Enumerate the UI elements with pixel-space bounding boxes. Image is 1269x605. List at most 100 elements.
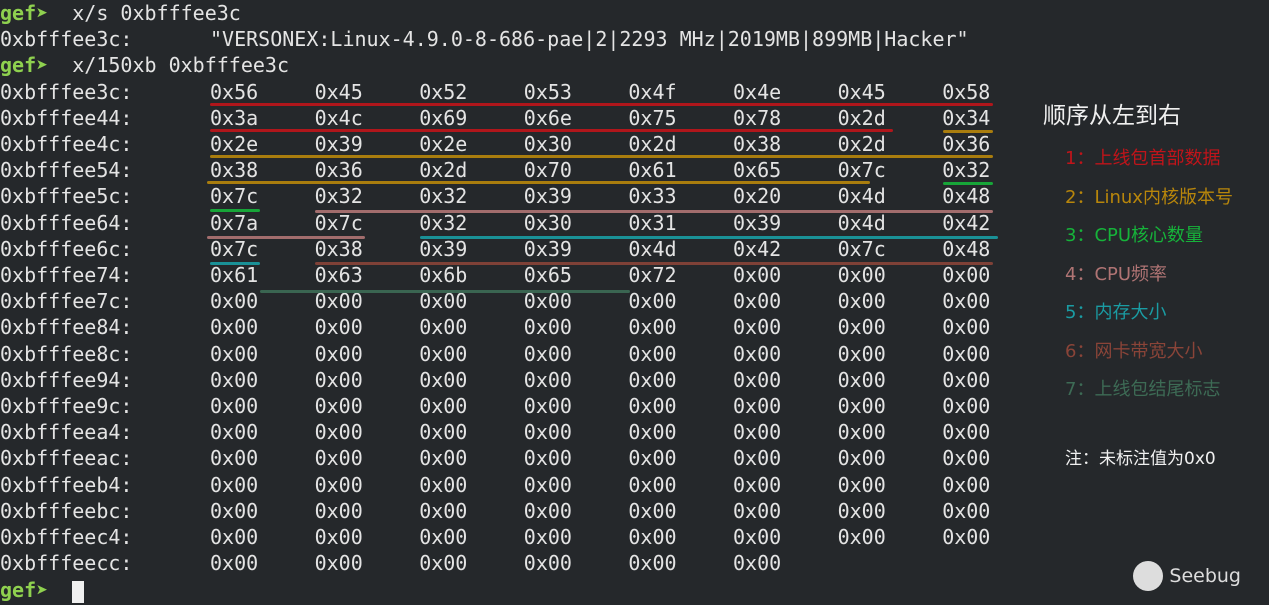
byte-value: 0x00	[942, 420, 991, 445]
byte-value: 0x48	[942, 236, 991, 261]
byte-value: 0x69	[419, 105, 468, 130]
byte-value: 0x63	[314, 263, 363, 287]
byte-value: 0x48	[942, 184, 991, 209]
field-underline	[943, 130, 993, 133]
byte-value: 0x00	[210, 289, 259, 314]
command-text: x/150xb 0xbfffee3c	[48, 53, 289, 78]
byte-value: 0x00	[837, 498, 886, 523]
legend-item: 2：Linux内核版本号	[1065, 186, 1233, 208]
byte-value: 0x00	[523, 420, 572, 445]
byte-value: 0x00	[942, 525, 991, 549]
field-underline	[315, 210, 993, 213]
legend: 顺序从左到右 1：上线包首部数据 2：Linux内核版本号 3：CPU核心数量 4：C…	[1043, 96, 1233, 469]
byte-value: 0x32	[419, 184, 468, 209]
byte-value: 0x56	[210, 79, 259, 104]
address: 0xbfffee4c:	[0, 132, 133, 156]
address: 0xbfffeeac:	[0, 446, 133, 471]
address: 0xbfffeecc:	[0, 551, 133, 576]
byte-value: 0x00	[628, 420, 677, 445]
byte-value: 0x00	[314, 472, 363, 497]
byte-value: 0x38	[314, 236, 363, 261]
byte-value: 0x00	[733, 341, 782, 366]
prompt: gef➤	[0, 578, 49, 602]
byte-value: 0x00	[733, 498, 782, 523]
byte-value: 0x00	[628, 315, 677, 340]
byte-value: 0x2d	[419, 158, 468, 183]
byte-value: 0x00	[419, 446, 468, 471]
byte-value: 0x00	[210, 551, 259, 576]
byte-value: 0x00	[314, 525, 363, 549]
byte-value: 0x00	[314, 341, 363, 366]
byte-value: 0x00	[210, 446, 259, 471]
byte-value: 0x00	[523, 498, 572, 523]
byte-value: 0x00	[837, 446, 886, 471]
address: 0xbfffee9c:	[0, 394, 133, 418]
address: 0xbfffee54:	[0, 158, 133, 183]
byte-value: 0x00	[942, 367, 991, 392]
byte-value: 0x00	[419, 472, 468, 497]
field-underline	[260, 290, 630, 293]
byte-value: 0x6e	[523, 105, 572, 130]
byte-value: 0x20	[733, 184, 782, 209]
legend-item: 5：内存大小	[1065, 302, 1167, 323]
byte-value: 0x00	[314, 367, 363, 392]
address: 0xbfffee64:	[0, 210, 133, 235]
prompt: gef➤	[0, 53, 49, 78]
seebug-bug-icon	[1133, 561, 1164, 591]
byte-value: 0x00	[419, 315, 468, 340]
byte-value: 0x32	[314, 184, 363, 209]
byte-value: 0x00	[942, 289, 991, 314]
seebug-logo: Seebug	[1133, 561, 1241, 591]
byte-value: 0x00	[314, 315, 363, 340]
byte-value: 0x00	[942, 498, 991, 523]
byte-value: 0x4d	[837, 184, 886, 209]
command-line: gef➤ x/150xb 0xbfffee3c	[0, 52, 289, 78]
field-underline	[210, 262, 260, 265]
byte-value: 0x32	[419, 210, 468, 235]
byte-value: 0x65	[523, 263, 572, 287]
byte-value: 0x00	[210, 315, 259, 340]
byte-value: 0x36	[314, 158, 363, 183]
byte-value: 0x00	[628, 498, 677, 523]
byte-value: 0x00	[733, 472, 782, 497]
address: 0xbfffee6c:	[0, 236, 133, 261]
byte-value: 0x00	[419, 525, 468, 549]
byte-value: 0x00	[942, 341, 991, 366]
address: 0xbfffee7c:	[0, 289, 133, 314]
byte-value: 0x00	[733, 394, 782, 418]
byte-value: 0x00	[210, 341, 259, 366]
byte-value: 0x00	[733, 367, 782, 392]
address: 0xbfffee84:	[0, 315, 133, 340]
byte-value: 0x7a	[210, 210, 259, 235]
command-line: gef➤ x/s 0xbfffee3c	[0, 0, 241, 26]
byte-value: 0x30	[523, 210, 572, 235]
field-underline	[943, 182, 993, 185]
byte-value: 0x39	[733, 210, 782, 235]
byte-value: 0x4d	[628, 236, 677, 261]
byte-value: 0x00	[419, 498, 468, 523]
byte-value: 0x00	[210, 420, 259, 445]
byte-value: 0x39	[523, 236, 572, 261]
byte-value: 0x2d	[837, 132, 886, 156]
byte-value: 0x00	[628, 472, 677, 497]
byte-value: 0x38	[733, 132, 782, 156]
byte-value: 0x00	[837, 472, 886, 497]
byte-value: 0x00	[942, 472, 991, 497]
byte-value: 0x2d	[628, 132, 677, 156]
byte-value: 0x00	[210, 367, 259, 392]
byte-value: 0x00	[733, 289, 782, 314]
address: 0xbfffee5c:	[0, 184, 133, 209]
field-underline	[420, 236, 998, 239]
byte-value: 0x00	[523, 394, 572, 418]
byte-value: 0x00	[628, 551, 677, 576]
byte-value: 0x00	[628, 525, 677, 549]
string-value: "VERSONEX:Linux-4.9.0-8-686-pae|2|2293 M…	[210, 27, 969, 52]
byte-value: 0x00	[837, 289, 886, 314]
byte-value: 0x00	[628, 341, 677, 366]
byte-value: 0x00	[210, 525, 259, 549]
byte-value: 0x00	[419, 420, 468, 445]
address: 0xbfffeeb4:	[0, 472, 133, 497]
byte-value: 0x36	[942, 132, 991, 156]
byte-value: 0x75	[628, 105, 677, 130]
byte-value: 0x00	[628, 289, 677, 314]
